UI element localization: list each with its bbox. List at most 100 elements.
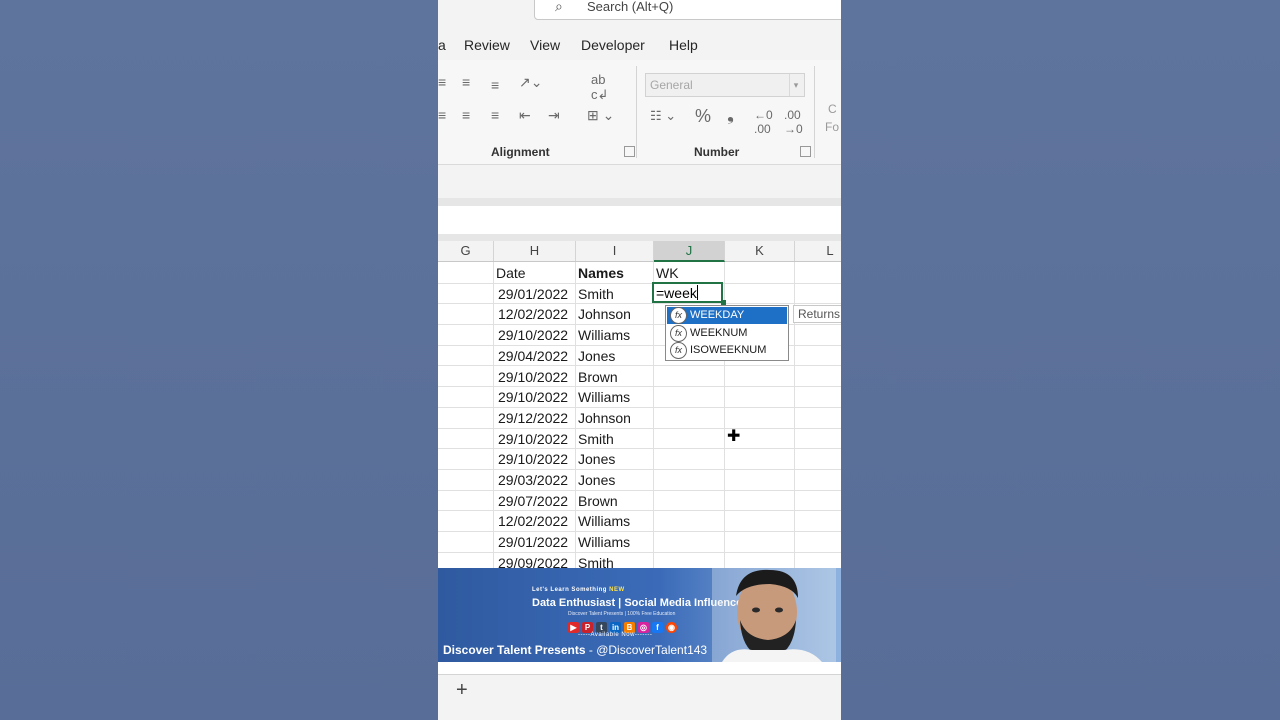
align-left-icon[interactable]: ≡: [438, 107, 446, 123]
align-middle-icon[interactable]: ≡: [462, 74, 470, 90]
conditional-formatting-partial[interactable]: C: [828, 102, 837, 116]
name-cell: Brown: [578, 492, 618, 509]
date-cell: 29/01/2022: [498, 285, 569, 302]
alignment-group-label: Alignment: [491, 145, 550, 159]
increase-indent-icon[interactable]: ⇥: [548, 107, 560, 124]
date-cell: 29/03/2022: [498, 472, 569, 488]
date-cell: 29/12/2022: [498, 409, 569, 426]
tab-developer[interactable]: Developer: [581, 37, 645, 53]
reddit-icon: ◉: [666, 622, 677, 633]
add-sheet-button[interactable]: +: [456, 679, 468, 702]
autocomplete-item-isoweeknum[interactable]: fx ISOWEEKNUM: [667, 342, 787, 359]
column-header-h[interactable]: H: [494, 241, 576, 261]
search-placeholder: Search (Alt+Q): [587, 0, 674, 14]
autocomplete-label: ISOWEEKNUM: [690, 344, 767, 356]
ribbon: ≡ ≡ ≡ ↗︎⌄ ab c↲ ≡ ≡ ≡ ⇤ ⇥ ⊞ ⌄ Alignment G…: [438, 60, 841, 165]
date-cell: 29/07/2022: [498, 492, 569, 509]
decrease-indent-icon[interactable]: ⇤: [519, 107, 531, 124]
banner-presents-text: Discover Talent Presents: [443, 643, 586, 657]
active-cell-j2[interactable]: =week: [652, 282, 723, 303]
name-cell: Smith: [578, 430, 614, 447]
function-icon: fx: [670, 307, 687, 324]
name-cell: Smith: [578, 285, 614, 302]
align-right-icon[interactable]: ≡: [491, 107, 499, 123]
search-icon: ⌕: [555, 0, 563, 14]
tab-view[interactable]: View: [530, 37, 560, 53]
date-cell: 29/10/2022: [498, 327, 569, 344]
accounting-format-icon[interactable]: ☷ ⌄: [650, 108, 676, 124]
column-header-k[interactable]: K: [725, 241, 795, 261]
cell-select-cursor-icon: ✚: [727, 428, 741, 445]
date-cell: 12/02/2022: [498, 513, 569, 530]
name-cell: Williams: [578, 534, 631, 551]
merge-center-icon[interactable]: ⊞ ⌄: [587, 107, 614, 124]
group-divider: [814, 66, 815, 158]
background-right: [841, 0, 1280, 720]
search-box[interactable]: ⌕ Search (Alt+Q): [534, 0, 841, 20]
name-cell: Jones: [578, 347, 616, 364]
promo-banner: Let's Learn Something NEW Data Enthusias…: [438, 568, 841, 662]
percent-style-button[interactable]: %: [695, 106, 711, 127]
social-icons: ▶ Pt in B ◎ f ◉: [568, 617, 680, 633]
formula-bar[interactable]: [438, 206, 841, 234]
facebook-icon: f: [652, 622, 663, 633]
alignment-launcher-icon[interactable]: [624, 146, 635, 157]
orientation-icon[interactable]: ↗︎⌄: [519, 74, 542, 91]
decrease-decimal-icon[interactable]: .00 →0: [784, 108, 803, 136]
banner-handle: - @DiscoverTalent143: [588, 643, 708, 657]
name-cell: Johnson: [578, 306, 631, 323]
name-cell: Jones: [578, 472, 616, 488]
header-date: Date: [496, 265, 526, 281]
sheet-area-bottom: [438, 662, 841, 674]
comma-style-button[interactable]: ❟: [727, 104, 734, 125]
chevron-down-icon: ▾: [789, 74, 802, 96]
date-cell: 29/10/2022: [498, 451, 569, 468]
header-names: Names: [578, 265, 624, 281]
name-cell: Brown: [578, 368, 618, 385]
ribbon-tabs: a Review View Developer Help: [438, 30, 841, 60]
active-cell-text: =week: [656, 285, 697, 301]
excel-window: ⌕ Search (Alt+Q) a Review View Developer…: [438, 0, 841, 720]
date-cell: 29/04/2022: [498, 347, 569, 364]
function-tooltip: Returns: [793, 305, 841, 323]
date-cell: 29/10/2022: [498, 368, 569, 385]
conditional-formatting-partial-2[interactable]: Fo: [825, 120, 839, 134]
banner-presents: Discover Talent Presents - @DiscoverTale…: [443, 643, 707, 657]
number-launcher-icon[interactable]: [800, 146, 811, 157]
autocomplete-item-weekday[interactable]: fx WEEKDAY: [667, 307, 787, 324]
date-cell: 12/02/2022: [498, 306, 569, 323]
function-autocomplete: fx WEEKDAY fx WEEKNUM fx ISOWEEKNUM: [665, 305, 789, 361]
align-center-icon[interactable]: ≡: [462, 107, 470, 123]
group-divider: [636, 66, 637, 158]
banner-tagline: Let's Learn Something NEW: [532, 587, 625, 593]
divider: [438, 234, 841, 241]
tab-data-partial[interactable]: a: [438, 37, 446, 53]
sheet-tabs-bar: +: [438, 674, 841, 720]
column-header-l[interactable]: L: [795, 241, 841, 261]
column-header-g[interactable]: G: [438, 241, 494, 261]
header-wk: WK: [656, 265, 679, 281]
name-cell: Williams: [578, 327, 631, 344]
banner-tagline-prefix: Let's Learn Something: [532, 587, 607, 593]
presenter-photo: [712, 568, 836, 662]
number-format-dropdown[interactable]: General ▾: [645, 73, 805, 97]
title-bar: ⌕ Search (Alt+Q): [438, 0, 841, 30]
number-group-label: Number: [694, 145, 740, 159]
date-cell: 29/10/2022: [498, 430, 569, 447]
background-left: [0, 0, 438, 720]
column-header-i[interactable]: I: [576, 241, 654, 261]
column-headers: G H I J K L: [438, 241, 841, 262]
date-cell: 29/10/2022: [498, 389, 569, 406]
text-caret: [696, 285, 698, 300]
name-cell: Jones: [578, 451, 616, 468]
autocomplete-label: WEEKDAY: [690, 309, 745, 321]
increase-decimal-icon[interactable]: ←0.00: [754, 108, 773, 136]
tab-help[interactable]: Help: [669, 37, 698, 53]
tab-review[interactable]: Review: [464, 37, 510, 53]
autocomplete-item-weeknum[interactable]: fx WEEKNUM: [667, 325, 787, 342]
align-bottom-icon[interactable]: ≡: [491, 77, 499, 93]
wrap-text-icon[interactable]: ab c↲: [591, 72, 608, 103]
align-top-icon[interactable]: ≡: [438, 74, 446, 90]
column-header-j[interactable]: J: [654, 241, 725, 262]
number-format-value: General: [650, 78, 693, 92]
